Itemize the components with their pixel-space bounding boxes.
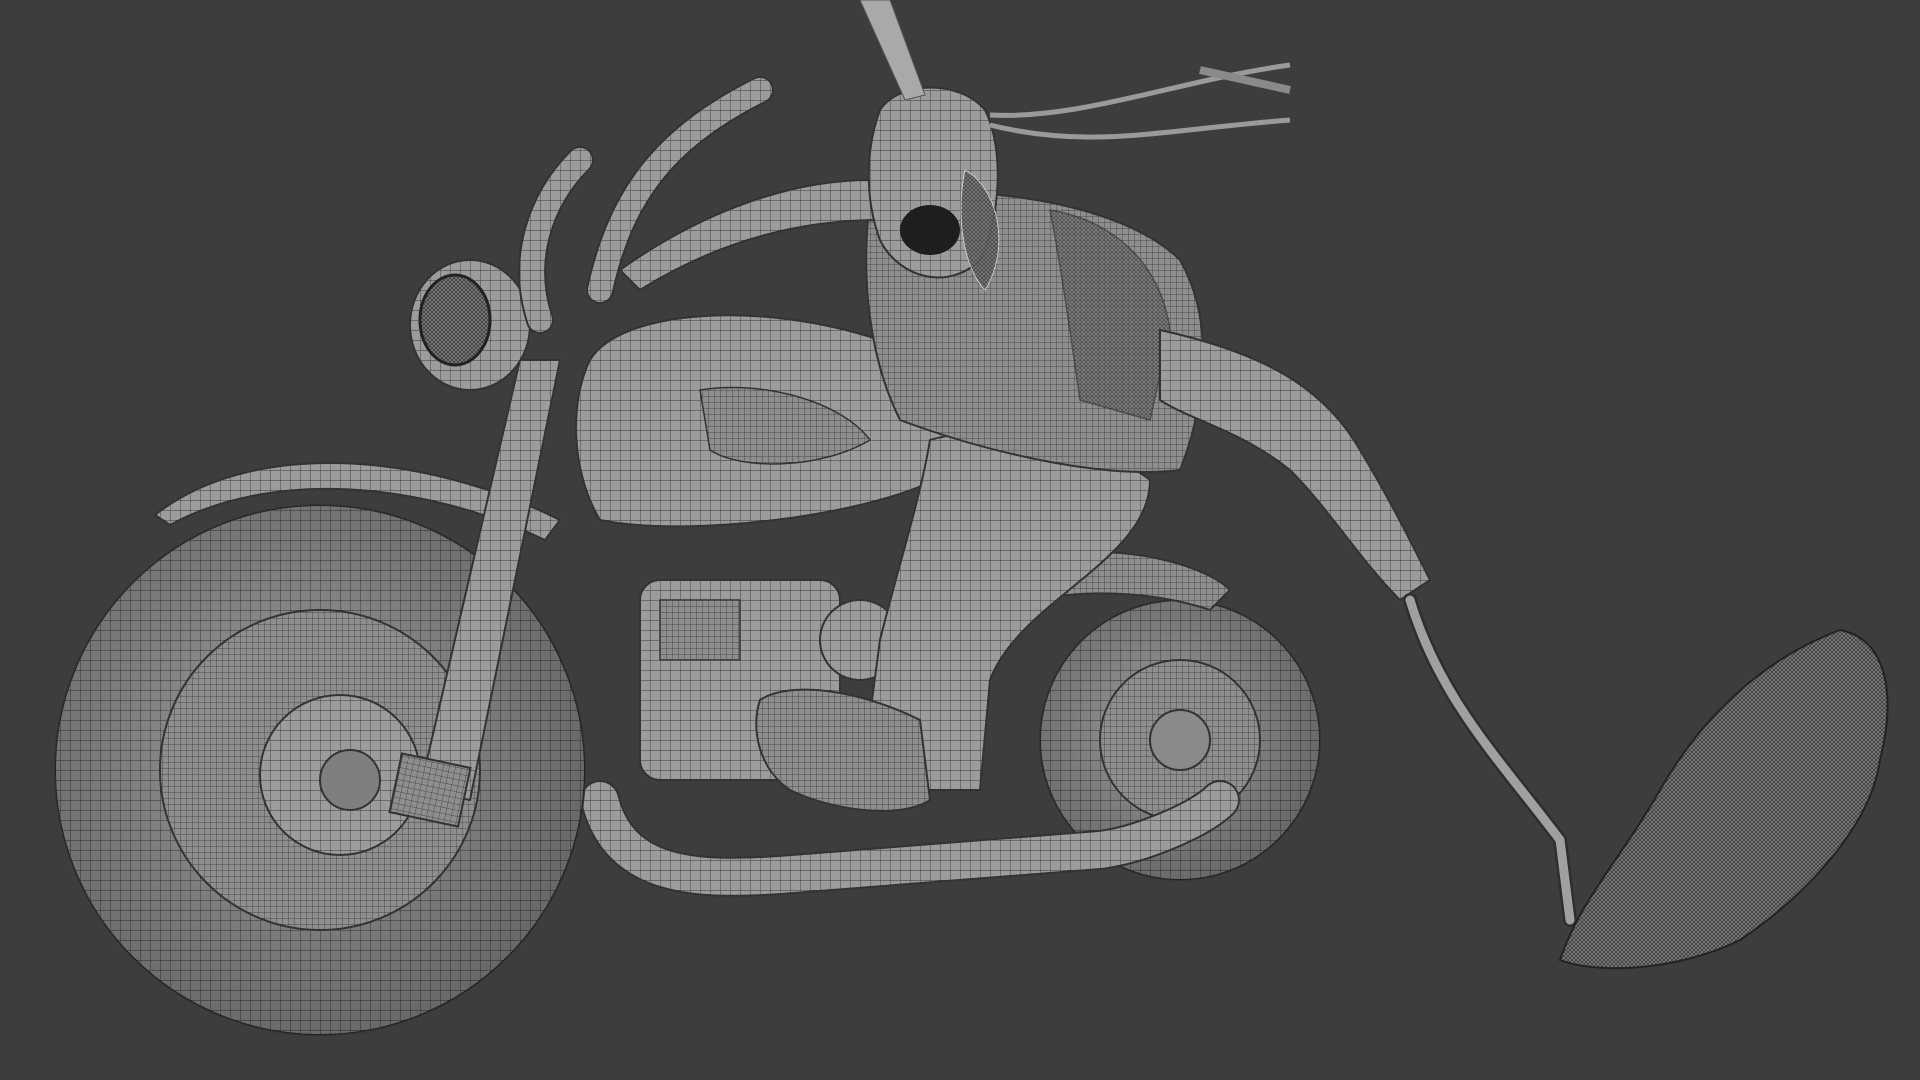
3d-viewport[interactable] <box>0 0 1920 1080</box>
wireframe-scene[interactable] <box>0 0 1920 1080</box>
dragged-debris[interactable] <box>1558 628 1889 970</box>
rider-arm-left[interactable] <box>618 178 882 292</box>
motorcycle-headlight[interactable] <box>409 259 531 391</box>
rider-arm-right[interactable] <box>1159 328 1432 602</box>
rider-headband-ribbons <box>989 62 1291 140</box>
rider-helmet-spike <box>859 0 926 101</box>
chain-weapon[interactable] <box>1403 593 1577 927</box>
